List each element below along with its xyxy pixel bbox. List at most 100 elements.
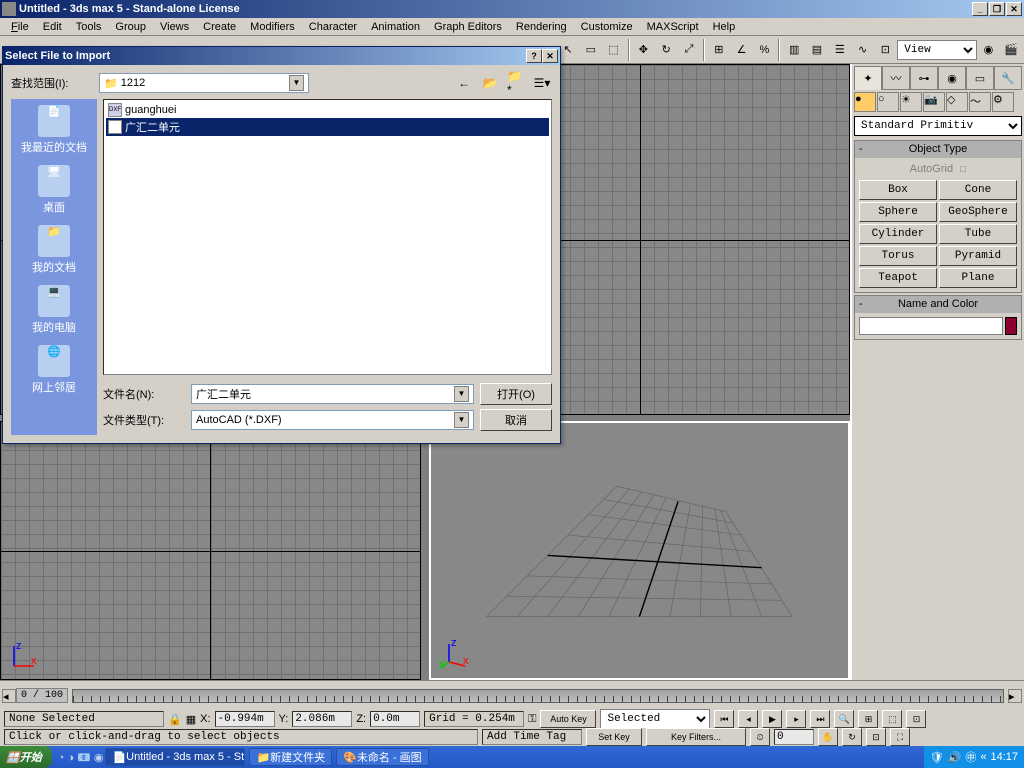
object-name-input[interactable] <box>859 317 1003 335</box>
filetype-dropdown[interactable]: AutoCAD (*.DXF)▼ <box>191 410 474 430</box>
percent-snap-icon[interactable]: % <box>754 39 776 61</box>
nav-arc-icon[interactable]: ↻ <box>842 728 862 746</box>
nav-fov-icon[interactable]: ⊡ <box>906 710 926 728</box>
schematic-icon[interactable]: ⊡ <box>874 39 896 61</box>
rollout-object-type[interactable]: -Object Type <box>855 141 1021 158</box>
menu-character[interactable]: Character <box>302 19 364 35</box>
nav-zoom-icon[interactable]: 🔍 <box>834 710 854 728</box>
file-item[interactable]: DXFguanghuei <box>106 102 549 118</box>
create-tab-icon[interactable]: ✦ <box>854 66 882 90</box>
taskbar-item-folder[interactable]: 📁 新建文件夹 <box>249 748 332 766</box>
menu-modifiers[interactable]: Modifiers <box>243 19 302 35</box>
autokey-button[interactable]: Auto Key <box>540 710 596 728</box>
tray-icon[interactable]: 🛡 <box>930 751 944 764</box>
geosphere-button[interactable]: GeoSphere <box>939 202 1017 222</box>
dialog-help-button[interactable]: ? <box>526 49 542 63</box>
tube-button[interactable]: Tube <box>939 224 1017 244</box>
goto-start-icon[interactable]: ⏮ <box>714 710 734 728</box>
scale-icon[interactable]: ⤢ <box>678 39 700 61</box>
taskbar-item-paint[interactable]: 🎨 未命名 - 画图 <box>336 748 428 766</box>
transform-type-icon[interactable]: ▦ <box>186 713 196 726</box>
menu-group[interactable]: Group <box>108 19 153 35</box>
restore-button[interactable]: ❐ <box>989 2 1005 16</box>
nav-maximize-icon[interactable]: ⛶ <box>890 728 910 746</box>
file-list[interactable]: DXFguanghuei DXF广汇二单元 <box>103 99 552 375</box>
cylinder-button[interactable]: Cylinder <box>859 224 937 244</box>
cone-button[interactable]: Cone <box>939 180 1017 200</box>
layer-icon[interactable]: ☰ <box>829 39 851 61</box>
lights-icon[interactable]: ☀ <box>900 92 922 112</box>
start-button[interactable]: 🪟 开始 <box>0 746 52 768</box>
file-item-selected[interactable]: DXF广汇二单元 <box>106 118 549 136</box>
keyfilters-button[interactable]: Key Filters... <box>646 728 746 746</box>
key-mode-dropdown[interactable]: Selected <box>600 709 710 729</box>
z-coord-input[interactable] <box>370 711 420 727</box>
sphere-button[interactable]: Sphere <box>859 202 937 222</box>
back-icon[interactable]: ← <box>454 73 474 93</box>
menu-help[interactable]: Help <box>706 19 743 35</box>
align-icon[interactable]: ▤ <box>806 39 828 61</box>
taskbar-item-3dsmax[interactable]: 📄 Untitled - 3ds max 5 - St... <box>105 748 245 766</box>
place-recent[interactable]: 📄我最近的文档 <box>21 105 87 155</box>
dialog-close-button[interactable]: ✕ <box>542 49 558 63</box>
nav-pan-icon[interactable]: ✋ <box>818 728 838 746</box>
utilities-tab-icon[interactable]: 🔧 <box>994 66 1022 90</box>
timeline-arrow-left[interactable]: ◂ <box>2 689 16 703</box>
close-button[interactable]: ✕ <box>1006 2 1022 16</box>
display-tab-icon[interactable]: ▭ <box>966 66 994 90</box>
autogrid-checkbox[interactable]: AutoGrid ☐ <box>859 162 1017 176</box>
tray-icon[interactable]: 🔊 <box>948 751 962 764</box>
play-icon[interactable]: ▶ <box>762 710 782 728</box>
y-coord-input[interactable] <box>292 711 352 727</box>
menu-create[interactable]: Create <box>196 19 243 35</box>
angle-snap-icon[interactable]: ∠ <box>731 39 753 61</box>
viewport-left[interactable]: zx <box>0 421 421 680</box>
plane-button[interactable]: Plane <box>939 268 1017 288</box>
material-editor-icon[interactable]: ◉ <box>978 39 1000 61</box>
reference-coord-dropdown[interactable]: View <box>897 40 976 60</box>
place-mycomputer[interactable]: 💻我的电脑 <box>32 285 76 335</box>
up-folder-icon[interactable]: 📂 <box>480 73 500 93</box>
cancel-button[interactable]: 取消 <box>480 409 552 431</box>
menu-customize[interactable]: Customize <box>574 19 640 35</box>
time-slider[interactable] <box>72 689 1004 703</box>
rollout-name-color[interactable]: -Name and Color <box>855 296 1021 313</box>
goto-end-icon[interactable]: ⏭ <box>810 710 830 728</box>
mirror-icon[interactable]: ▥ <box>783 39 805 61</box>
filename-input[interactable]: 广汇二单元▼ <box>191 384 474 404</box>
snap-toggle-icon[interactable]: ⊞ <box>708 39 730 61</box>
minimize-button[interactable]: _ <box>972 2 988 16</box>
setkey-button[interactable]: Set Key <box>586 728 642 746</box>
nav-zoom-all-icon[interactable]: ⊞ <box>858 710 878 728</box>
teapot-button[interactable]: Teapot <box>859 268 937 288</box>
lock-icon[interactable]: 🔒 <box>168 713 182 726</box>
tray-clock[interactable]: 14:17 <box>990 751 1018 763</box>
spacewarps-icon[interactable]: 〜 <box>969 92 991 112</box>
torus-button[interactable]: Torus <box>859 246 937 266</box>
box-button[interactable]: Box <box>859 180 937 200</box>
tray-lang-icon[interactable]: ㊥ <box>965 749 976 765</box>
menu-edit[interactable]: Edit <box>36 19 69 35</box>
next-frame-icon[interactable]: ▸ <box>786 710 806 728</box>
helpers-icon[interactable]: ◇ <box>946 92 968 112</box>
menu-rendering[interactable]: Rendering <box>509 19 574 35</box>
menu-animation[interactable]: Animation <box>364 19 427 35</box>
rotate-icon[interactable]: ↻ <box>655 39 677 61</box>
hierarchy-tab-icon[interactable]: ⊶ <box>910 66 938 90</box>
menu-file[interactable]: File <box>4 19 36 35</box>
place-desktop[interactable]: 🖥桌面 <box>38 165 70 215</box>
cameras-icon[interactable]: 📷 <box>923 92 945 112</box>
prev-frame-icon[interactable]: ◂ <box>738 710 758 728</box>
pyramid-button[interactable]: Pyramid <box>939 246 1017 266</box>
open-button[interactable]: 打开(O) <box>480 383 552 405</box>
viewport-perspective[interactable]: zxy <box>429 421 850 680</box>
curve-editor-icon[interactable]: ∿ <box>852 39 874 61</box>
place-network[interactable]: 🌐网上邻居 <box>32 345 76 395</box>
nav-region-icon[interactable]: ⬚ <box>882 710 902 728</box>
selection-region-icon[interactable]: ⬚ <box>603 39 625 61</box>
primitive-type-dropdown[interactable]: Standard Primitiv <box>854 116 1022 136</box>
menu-graph-editors[interactable]: Graph Editors <box>427 19 509 35</box>
geometry-icon[interactable]: ● <box>854 92 876 112</box>
new-folder-icon[interactable]: 📁* <box>506 73 526 93</box>
x-coord-input[interactable] <box>215 711 275 727</box>
